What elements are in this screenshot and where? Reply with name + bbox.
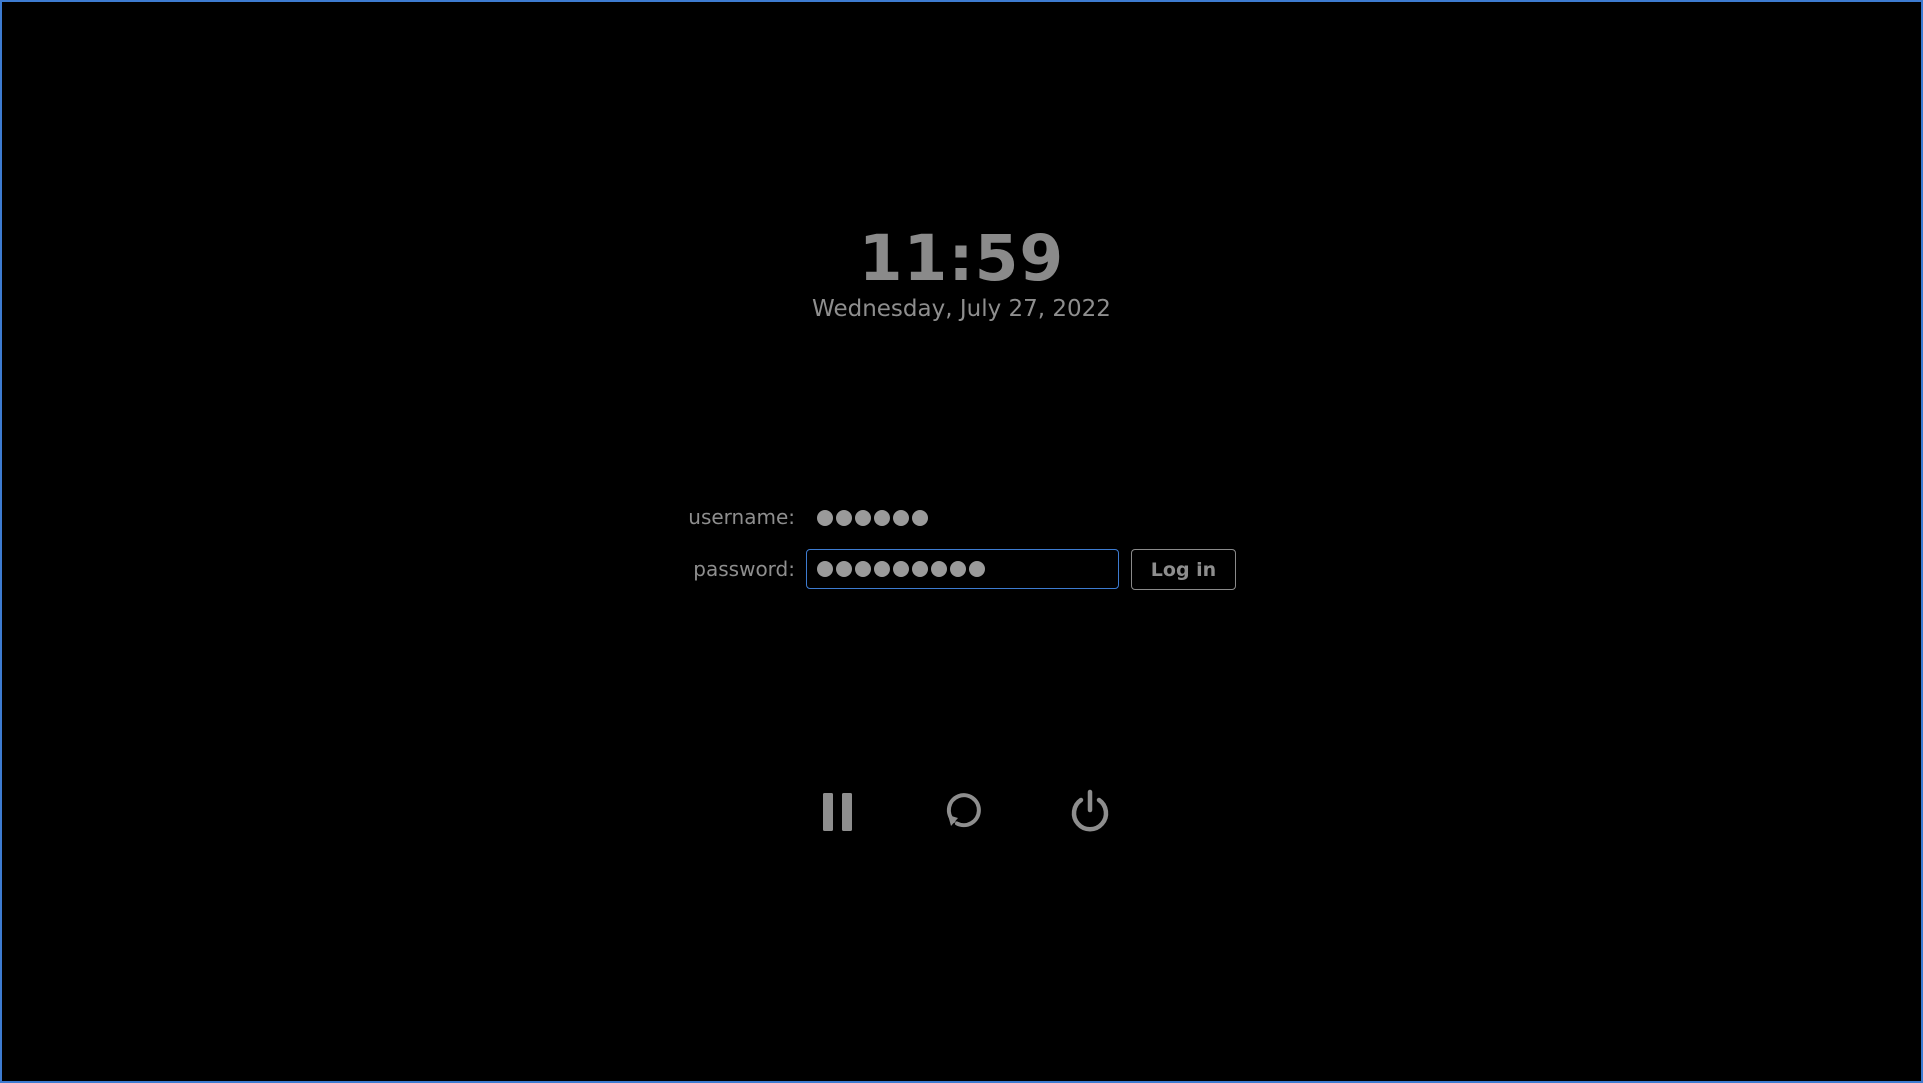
login-button[interactable]: Log in	[1131, 549, 1236, 590]
masked-char-dot	[874, 561, 890, 577]
password-input[interactable]	[806, 549, 1119, 589]
power-icon	[1071, 789, 1109, 832]
masked-char-dot	[855, 510, 871, 526]
restart-icon	[946, 793, 981, 828]
masked-char-dot	[836, 510, 852, 526]
power-actions	[2, 787, 1921, 837]
restart-button[interactable]	[940, 787, 990, 837]
pause-icon	[823, 793, 852, 831]
masked-char-dot	[817, 561, 833, 577]
clock-date: Wednesday, July 27, 2022	[812, 296, 1111, 322]
masked-char-dot	[912, 561, 928, 577]
lock-screen: 11:59 Wednesday, July 27, 2022 username:…	[0, 0, 1923, 1083]
masked-char-dot	[855, 561, 871, 577]
masked-char-dot	[836, 561, 852, 577]
clock-time: 11:59	[858, 222, 1065, 295]
masked-char-dot	[893, 561, 909, 577]
username-label: username:	[688, 505, 795, 529]
masked-char-dot	[950, 561, 966, 577]
masked-char-dot	[912, 510, 928, 526]
masked-char-dot	[893, 510, 909, 526]
password-label: password:	[693, 557, 795, 581]
shutdown-button[interactable]	[1065, 787, 1115, 837]
masked-char-dot	[969, 561, 985, 577]
masked-char-dot	[874, 510, 890, 526]
suspend-button[interactable]	[813, 787, 863, 837]
masked-char-dot	[931, 561, 947, 577]
username-field[interactable]	[817, 505, 928, 531]
masked-char-dot	[817, 510, 833, 526]
